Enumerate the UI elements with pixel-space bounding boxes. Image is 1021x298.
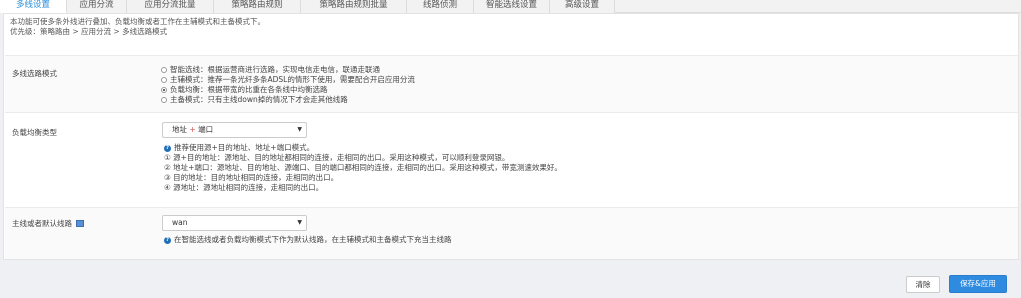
save-apply-button[interactable]: 保存&应用 — [949, 275, 1007, 293]
radio-primary-auxiliary-label: 主辅模式：推荐一条光纤多条ADSL的情形下使用，需要配合开启应用分流 — [170, 75, 415, 84]
balance-detail-4: ④ 源地址：源地址相同的连接，走相同的出口。 — [164, 183, 324, 192]
radio-smart-button[interactable] — [161, 67, 167, 73]
balance-details: ① 源+目的地址：源地址、目的地址都相同的连接，走相同的出口。采用这种模式，可以… — [164, 153, 562, 193]
info-line-2: 优先级：策略路由 > 应用分流 > 多线选路模式 — [10, 27, 168, 36]
mode-section: 多线选路模式 智能选线：根据运营商进行选路，实现电信走电信，联通走联通 主辅模式… — [5, 55, 1018, 112]
default-line-select[interactable]: wan ▼ — [162, 215, 307, 231]
default-line-section: 主线或者默认线路 wan ▼ ? 在智能选线或者负载均衡模式下作为默认线路，在主… — [5, 207, 1018, 259]
info-text: 本功能可使多条外线进行叠加、负载均衡或者工作在主辅模式和主备模式下。 优先级：策… — [10, 17, 265, 37]
chevron-down-icon: ▼ — [297, 126, 302, 133]
radio-load-balance-label: 负载均衡：根据带宽的比重在各条线中均衡选路 — [170, 85, 328, 94]
balance-help: ? 推荐使用源+目的地址、地址+端口模式。 — [164, 143, 314, 153]
radio-load-balance[interactable]: 负载均衡：根据带宽的比重在各条线中均衡选路 — [161, 85, 328, 95]
tab-advanced-settings[interactable]: 高级设置 — [550, 0, 615, 13]
balance-type-plus: + — [189, 125, 196, 134]
question-icon: ? — [164, 236, 171, 244]
tab-policy-routing-rules[interactable]: 策略路由规则 — [214, 0, 301, 13]
info-line-1: 本功能可使多条外线进行叠加、负载均衡或者工作在主辅模式和主备模式下。 — [10, 17, 265, 26]
radio-primary-backup-label: 主备模式：只有主线down掉的情况下才会走其他线路 — [170, 95, 348, 104]
tab-policy-routing-rules-batch[interactable]: 策略路由规则批量 — [301, 0, 407, 13]
clear-button[interactable]: 清除 — [906, 276, 940, 293]
radio-primary-auxiliary[interactable]: 主辅模式：推荐一条光纤多条ADSL的情形下使用，需要配合开启应用分流 — [161, 75, 415, 85]
tab-multiline-settings[interactable]: 多线设置 — [0, 0, 67, 13]
tab-line-detection[interactable]: 线路侦测 — [407, 0, 474, 13]
tab-app-shunt-batch[interactable]: 应用分流批量 — [127, 0, 214, 13]
info-flag-icon[interactable] — [76, 219, 85, 227]
settings-panel: 本功能可使多条外线进行叠加、负载均衡或者工作在主辅模式和主备模式下。 优先级：策… — [3, 13, 1019, 260]
tab-app-shunt[interactable]: 应用分流 — [67, 0, 127, 13]
balance-type-part1: 地址 — [172, 125, 187, 134]
default-line-help: ? 在智能选线或者负载均衡模式下作为默认线路，在主辅模式和主备模式下充当主线路 — [164, 235, 452, 245]
balance-type-part2: 端口 — [198, 125, 214, 134]
default-line-label-wrap: 主线或者默认线路 — [12, 218, 85, 229]
balance-detail-2: ② 地址+端口：源地址、目的地址、源端口、目的端口都相同的连接，走相同的出口。采… — [164, 163, 562, 172]
balance-type-select[interactable]: 地址 + 端口 ▼ — [162, 122, 307, 138]
radio-smart[interactable]: 智能选线：根据运营商进行选路，实现电信走电信，联通走联通 — [161, 65, 380, 75]
balance-detail-1: ① 源+目的地址：源地址、目的地址都相同的连接，走相同的出口。采用这种模式，可以… — [164, 153, 510, 162]
tab-bar: 多线设置 应用分流 应用分流批量 策略路由规则 策略路由规则批量 线路侦测 智能… — [0, 0, 1021, 13]
balance-detail-3: ③ 目的地址：目的地址相同的连接，走相同的出口。 — [164, 173, 339, 182]
radio-load-balance-button[interactable] — [161, 87, 167, 93]
mode-label: 多线选路模式 — [12, 69, 57, 78]
radio-primary-backup[interactable]: 主备模式：只有主线down掉的情况下才会走其他线路 — [161, 95, 348, 105]
balance-section: 负载均衡类型 地址 + 端口 ▼ ? 推荐使用源+目的地址、地址+端口模式。 ①… — [5, 112, 1018, 207]
tab-smart-line-selection[interactable]: 智能选线设置 — [474, 0, 550, 13]
default-line-label: 主线或者默认线路 — [12, 219, 72, 228]
balance-help-text: 推荐使用源+目的地址、地址+端口模式。 — [174, 143, 315, 152]
default-line-help-text: 在智能选线或者负载均衡模式下作为默认线路，在主辅模式和主备模式下充当主线路 — [174, 235, 452, 244]
question-icon: ? — [164, 144, 171, 152]
radio-primary-backup-button[interactable] — [161, 97, 167, 103]
default-line-value: wan — [172, 218, 188, 227]
chevron-down-icon: ▼ — [297, 219, 302, 226]
radio-smart-label: 智能选线：根据运营商进行选路，实现电信走电信，联通走联通 — [170, 65, 380, 74]
radio-primary-auxiliary-button[interactable] — [161, 77, 167, 83]
balance-type-label: 负载均衡类型 — [12, 128, 57, 137]
